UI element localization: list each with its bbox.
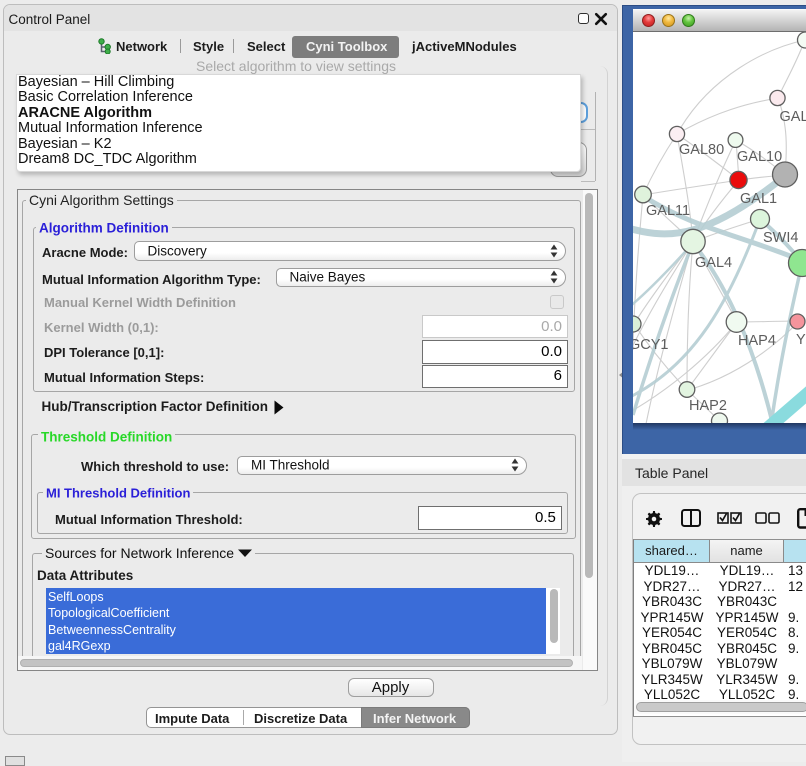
svg-text:HAP4: HAP4 xyxy=(738,333,776,349)
svg-text:GAL80: GAL80 xyxy=(679,142,724,158)
svg-text:SWI4: SWI4 xyxy=(763,230,798,246)
svg-text:GAL: GAL xyxy=(780,109,806,125)
svg-text:GCY1: GCY1 xyxy=(633,337,669,353)
svg-text:GAL1: GAL1 xyxy=(740,191,777,207)
svg-text:Y: Y xyxy=(796,332,806,348)
svg-text:GAL10: GAL10 xyxy=(737,149,782,165)
svg-text:GAL4: GAL4 xyxy=(695,255,732,271)
svg-text:GAL11: GAL11 xyxy=(646,203,690,219)
svg-text:HAP2: HAP2 xyxy=(689,398,727,414)
